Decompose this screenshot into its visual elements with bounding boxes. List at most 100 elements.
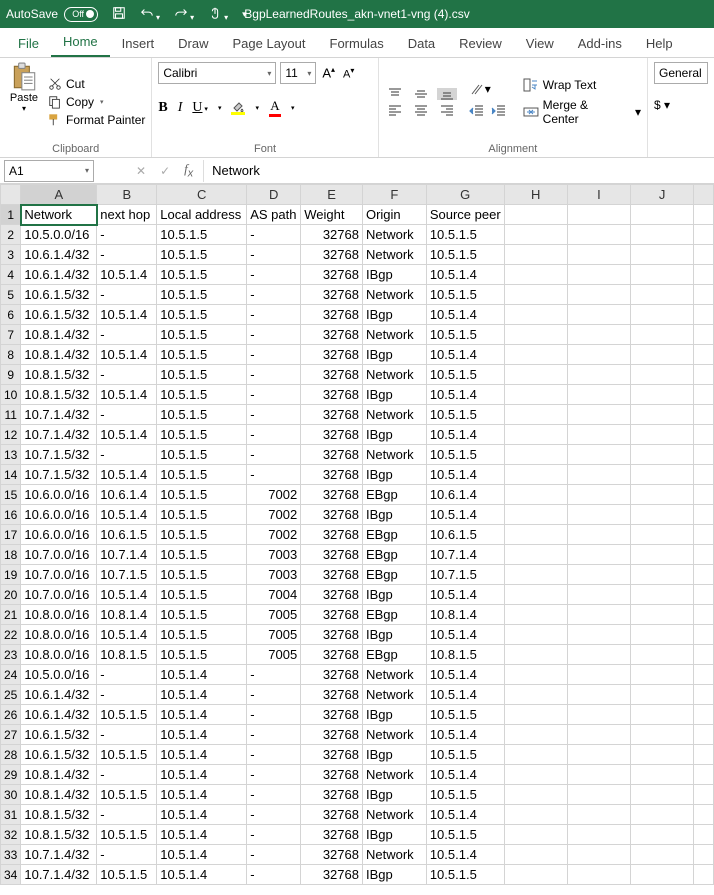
cell[interactable] — [694, 285, 714, 305]
font-color-button[interactable]: A — [269, 98, 281, 117]
cell[interactable]: Local address — [157, 205, 247, 225]
cell[interactable]: 32768 — [301, 605, 363, 625]
cell[interactable]: Network — [362, 365, 426, 385]
cell[interactable] — [567, 625, 630, 645]
cell[interactable] — [567, 845, 630, 865]
cell[interactable]: 10.5.1.4 — [157, 785, 247, 805]
cell[interactable] — [630, 245, 693, 265]
cell[interactable]: IBgp — [362, 745, 426, 765]
cell[interactable]: - — [247, 785, 301, 805]
cell[interactable] — [630, 205, 693, 225]
row-header[interactable]: 25 — [1, 685, 21, 705]
cell[interactable]: 10.7.1.4/32 — [21, 425, 97, 445]
cell[interactable]: Network — [362, 405, 426, 425]
cell[interactable]: - — [97, 845, 157, 865]
cell[interactable]: 10.5.1.5 — [97, 825, 157, 845]
cell[interactable] — [694, 525, 714, 545]
cell[interactable]: - — [97, 325, 157, 345]
cell[interactable]: - — [97, 685, 157, 705]
cell[interactable]: 10.6.1.4/32 — [21, 705, 97, 725]
row-header[interactable]: 27 — [1, 725, 21, 745]
cell[interactable] — [694, 425, 714, 445]
cell[interactable]: 7002 — [247, 505, 301, 525]
cell[interactable]: 10.7.1.4 — [97, 545, 157, 565]
redo-icon[interactable]: ▾ — [174, 6, 194, 23]
row-header[interactable]: 1 — [1, 205, 21, 225]
italic-button[interactable]: I — [178, 100, 183, 116]
cell[interactable]: IBgp — [362, 305, 426, 325]
autosave-toggle[interactable]: AutoSave Off — [6, 7, 98, 22]
cell[interactable] — [567, 585, 630, 605]
row-header[interactable]: 18 — [1, 545, 21, 565]
cell[interactable] — [630, 605, 693, 625]
cell[interactable]: 7005 — [247, 625, 301, 645]
cell[interactable]: Source peer — [426, 205, 504, 225]
copy-button[interactable]: Copy▾ — [48, 95, 145, 109]
cell[interactable]: 10.5.1.5 — [426, 225, 504, 245]
cell[interactable]: - — [247, 305, 301, 325]
worksheet-grid[interactable]: ABCDEFGHIJ 1Networknext hopLocal address… — [0, 184, 714, 885]
cell[interactable]: - — [247, 825, 301, 845]
cell[interactable] — [694, 405, 714, 425]
cell[interactable] — [567, 345, 630, 365]
font-size-select[interactable]: 11▾ — [280, 62, 316, 84]
cell[interactable] — [630, 645, 693, 665]
cell[interactable]: 10.5.1.5 — [157, 345, 247, 365]
column-header[interactable] — [694, 185, 714, 205]
cell[interactable] — [504, 645, 567, 665]
cell[interactable] — [694, 445, 714, 465]
insert-function-icon[interactable]: fx — [184, 161, 193, 180]
cell[interactable]: 10.8.1.5/32 — [21, 825, 97, 845]
increase-font-icon[interactable]: A▴ — [320, 65, 337, 80]
cell[interactable] — [567, 385, 630, 405]
enter-formula-icon[interactable]: ✓ — [160, 164, 170, 178]
cell[interactable]: EBgp — [362, 605, 426, 625]
cell[interactable]: IBgp — [362, 585, 426, 605]
column-header[interactable]: B — [97, 185, 157, 205]
cell[interactable] — [504, 225, 567, 245]
cell[interactable] — [504, 365, 567, 385]
cell[interactable] — [504, 745, 567, 765]
cell[interactable]: 10.5.1.4 — [426, 585, 504, 605]
cell[interactable] — [630, 665, 693, 685]
cell[interactable]: 32768 — [301, 225, 363, 245]
cell[interactable]: 10.5.1.4 — [426, 845, 504, 865]
cell[interactable]: IBgp — [362, 625, 426, 645]
cell[interactable] — [630, 305, 693, 325]
cell[interactable]: AS path — [247, 205, 301, 225]
cell[interactable]: - — [247, 765, 301, 785]
cell[interactable] — [567, 745, 630, 765]
cell[interactable]: 10.5.1.5 — [426, 365, 504, 385]
cell[interactable]: 10.7.1.4/32 — [21, 865, 97, 885]
cell[interactable] — [504, 485, 567, 505]
cell[interactable] — [567, 225, 630, 245]
cell[interactable]: 32768 — [301, 545, 363, 565]
cell[interactable] — [504, 825, 567, 845]
cell[interactable]: 32768 — [301, 725, 363, 745]
cell[interactable]: 10.6.0.0/16 — [21, 525, 97, 545]
cell[interactable]: 32768 — [301, 645, 363, 665]
cell[interactable]: 10.5.1.4 — [426, 765, 504, 785]
cell[interactable]: 7005 — [247, 645, 301, 665]
cell[interactable]: 10.6.1.5 — [426, 525, 504, 545]
row-header[interactable]: 3 — [1, 245, 21, 265]
cell[interactable]: 10.5.1.4 — [97, 585, 157, 605]
cell[interactable] — [567, 605, 630, 625]
cell[interactable] — [504, 705, 567, 725]
cell[interactable]: 10.5.1.4 — [157, 725, 247, 745]
cell[interactable] — [630, 225, 693, 245]
border-button[interactable]: ▾ — [218, 104, 222, 112]
cell[interactable] — [504, 845, 567, 865]
column-header[interactable]: C — [157, 185, 247, 205]
cell[interactable] — [630, 545, 693, 565]
cell[interactable]: 10.5.0.0/16 — [21, 225, 97, 245]
row-header[interactable]: 33 — [1, 845, 21, 865]
cell[interactable]: 32768 — [301, 585, 363, 605]
cell[interactable]: 10.6.1.4 — [97, 485, 157, 505]
column-header[interactable]: A — [21, 185, 97, 205]
cancel-formula-icon[interactable]: ✕ — [136, 164, 146, 178]
cell[interactable]: 10.5.1.5 — [426, 245, 504, 265]
tab-insert[interactable]: Insert — [110, 30, 167, 57]
cell[interactable]: - — [247, 665, 301, 685]
cell[interactable]: EBgp — [362, 525, 426, 545]
